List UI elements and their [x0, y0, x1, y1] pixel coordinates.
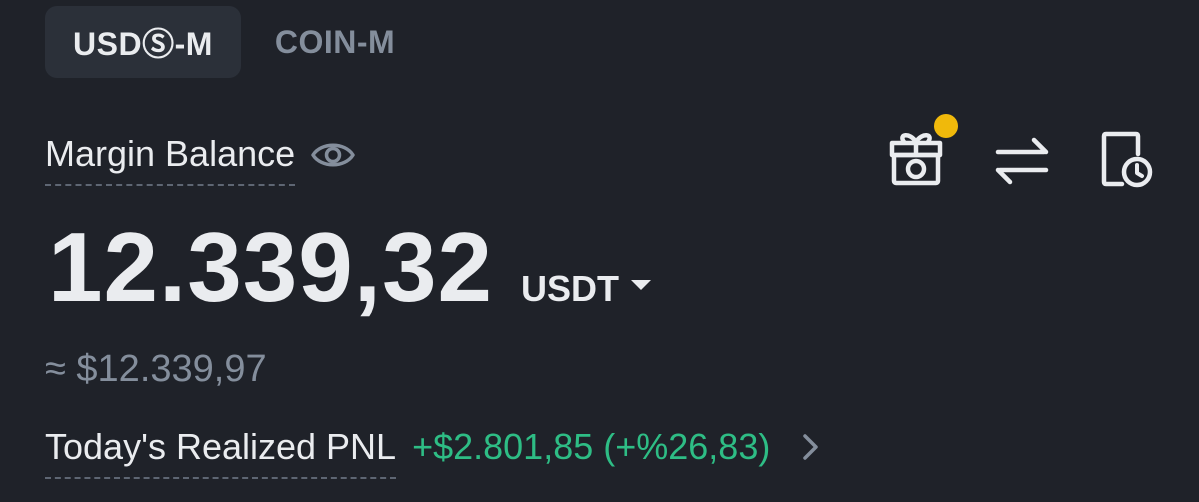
currency-selector[interactable]: USDT	[521, 268, 651, 310]
market-tabs: USDⓈ-M COIN-M	[45, 6, 425, 78]
margin-balance-label[interactable]: Margin Balance	[45, 132, 296, 186]
notification-dot	[934, 114, 958, 138]
todays-pnl-row[interactable]: Today's Realized PNL +$2.801,85 (+%26,83…	[45, 425, 822, 479]
eye-icon[interactable]	[311, 139, 355, 171]
rewards-gift-icon[interactable]	[886, 130, 946, 190]
header-actions	[880, 118, 1160, 198]
pnl-label: Today's Realized PNL	[45, 425, 397, 479]
transfer-arrows-icon[interactable]	[992, 130, 1052, 190]
currency-label: USDT	[520, 268, 619, 309]
margin-balance-value: 12.339,32	[48, 212, 493, 322]
balance-row: 12.339,32 USDT	[48, 212, 651, 322]
pnl-value: +$2.801,85 (+%26,83)	[412, 426, 771, 467]
margin-balance-header: Margin Balance	[45, 132, 355, 186]
tab-usds-m[interactable]: USDⓈ-M	[45, 6, 241, 78]
chevron-right-icon[interactable]	[800, 432, 822, 462]
tab-coin-m[interactable]: COIN-M	[245, 6, 425, 78]
history-document-icon[interactable]	[1096, 130, 1156, 190]
caret-down-icon	[630, 280, 651, 290]
approx-usd-value: ≈ $12.339,97	[45, 348, 267, 390]
